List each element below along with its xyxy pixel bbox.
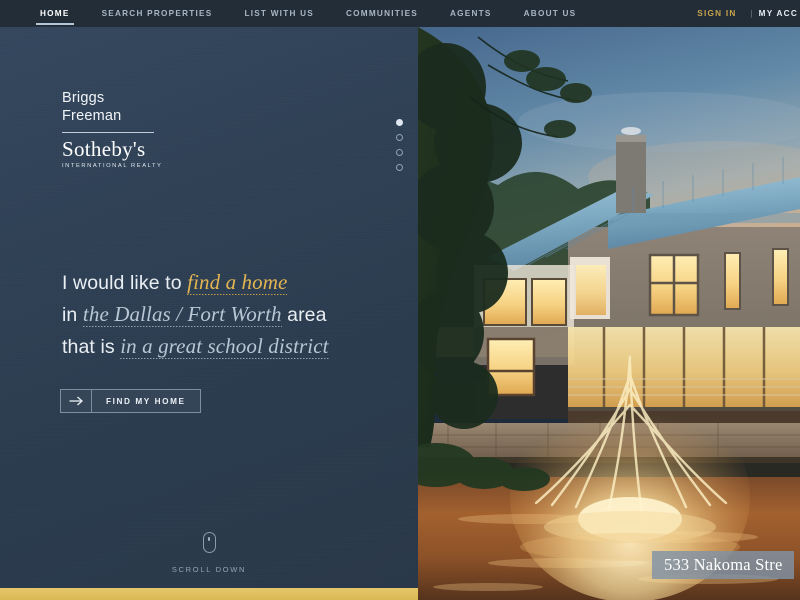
gold-accent-bar (0, 588, 418, 600)
top-navigation-bar: HOME SEARCH PROPERTIES LIST WITH US COMM… (0, 0, 800, 27)
nav-item-home[interactable]: HOME (24, 0, 86, 27)
sign-in-link[interactable]: SIGN IN (689, 9, 744, 18)
search-intent-sentence: I would like to find a home in the Dalla… (62, 267, 402, 363)
search-intent-panel: Briggs Freeman Sotheby's INTERNATIONAL R… (0, 27, 418, 600)
headline-text-part3: area (281, 304, 327, 326)
headline-text-part2: in (62, 304, 83, 326)
primary-nav: HOME SEARCH PROPERTIES LIST WITH US COMM… (0, 0, 592, 27)
logo-sothebys: Sotheby's (62, 137, 146, 161)
logo-divider (62, 132, 154, 133)
my-account-link[interactable]: MY ACC (759, 9, 800, 18)
logo-tagline: INTERNATIONAL REALTY (62, 163, 163, 169)
nav-item-search-properties[interactable]: SEARCH PROPERTIES (86, 0, 229, 27)
nav-item-list-with-us[interactable]: LIST WITH US (228, 0, 330, 27)
property-caption-text: 533 Nakoma Stre (664, 555, 783, 574)
intent-slot-goal[interactable]: find a home (187, 270, 288, 295)
carousel-dot-2[interactable] (396, 134, 403, 141)
arrow-right-icon (61, 390, 92, 412)
nav-separator: | (750, 9, 753, 18)
active-nav-underline (36, 22, 74, 25)
property-caption[interactable]: 533 Nakoma Stre (652, 551, 795, 579)
nav-item-communities[interactable]: COMMUNITIES (330, 0, 434, 27)
intent-slot-location[interactable]: the Dallas / Fort Worth (82, 302, 282, 327)
find-my-home-button[interactable]: FIND MY HOME (60, 389, 201, 413)
account-nav: SIGN IN | MY ACC (689, 0, 800, 27)
nav-item-agents-label: AGENTS (450, 9, 492, 18)
nav-item-list-with-us-label: LIST WITH US (244, 9, 315, 18)
brand-logo[interactable]: Briggs Freeman Sotheby's INTERNATIONAL R… (62, 89, 262, 169)
logo-line-freeman: Freeman (62, 108, 122, 124)
hero-photo (418, 27, 800, 600)
carousel-dot-4[interactable] (396, 164, 403, 171)
headline-text-part4: that is (62, 336, 121, 358)
logo-line-briggs: Briggs (62, 90, 105, 106)
intent-slot-feature[interactable]: in a great school district (120, 334, 329, 359)
mouse-icon (202, 532, 216, 553)
homepage-hero: HOME SEARCH PROPERTIES LIST WITH US COMM… (0, 0, 800, 600)
nav-item-about-us[interactable]: ABOUT US (508, 0, 593, 27)
scroll-down-indicator[interactable]: SCROLL DOWN (0, 532, 418, 574)
nav-item-communities-label: COMMUNITIES (346, 9, 418, 18)
nav-item-agents[interactable]: AGENTS (434, 0, 508, 27)
nav-item-home-label: HOME (40, 9, 70, 18)
scroll-down-label: SCROLL DOWN (171, 565, 247, 574)
carousel-dot-3[interactable] (396, 149, 403, 156)
headline-text-part1: I would like to (62, 272, 188, 294)
nav-item-search-properties-label: SEARCH PROPERTIES (101, 9, 213, 18)
find-my-home-label: FIND MY HOME (106, 396, 186, 406)
carousel-dot-1[interactable] (396, 119, 403, 126)
hero-photo-illustration (418, 27, 800, 600)
carousel-pagination (396, 119, 403, 179)
nav-item-about-us-label: ABOUT US (523, 9, 577, 18)
